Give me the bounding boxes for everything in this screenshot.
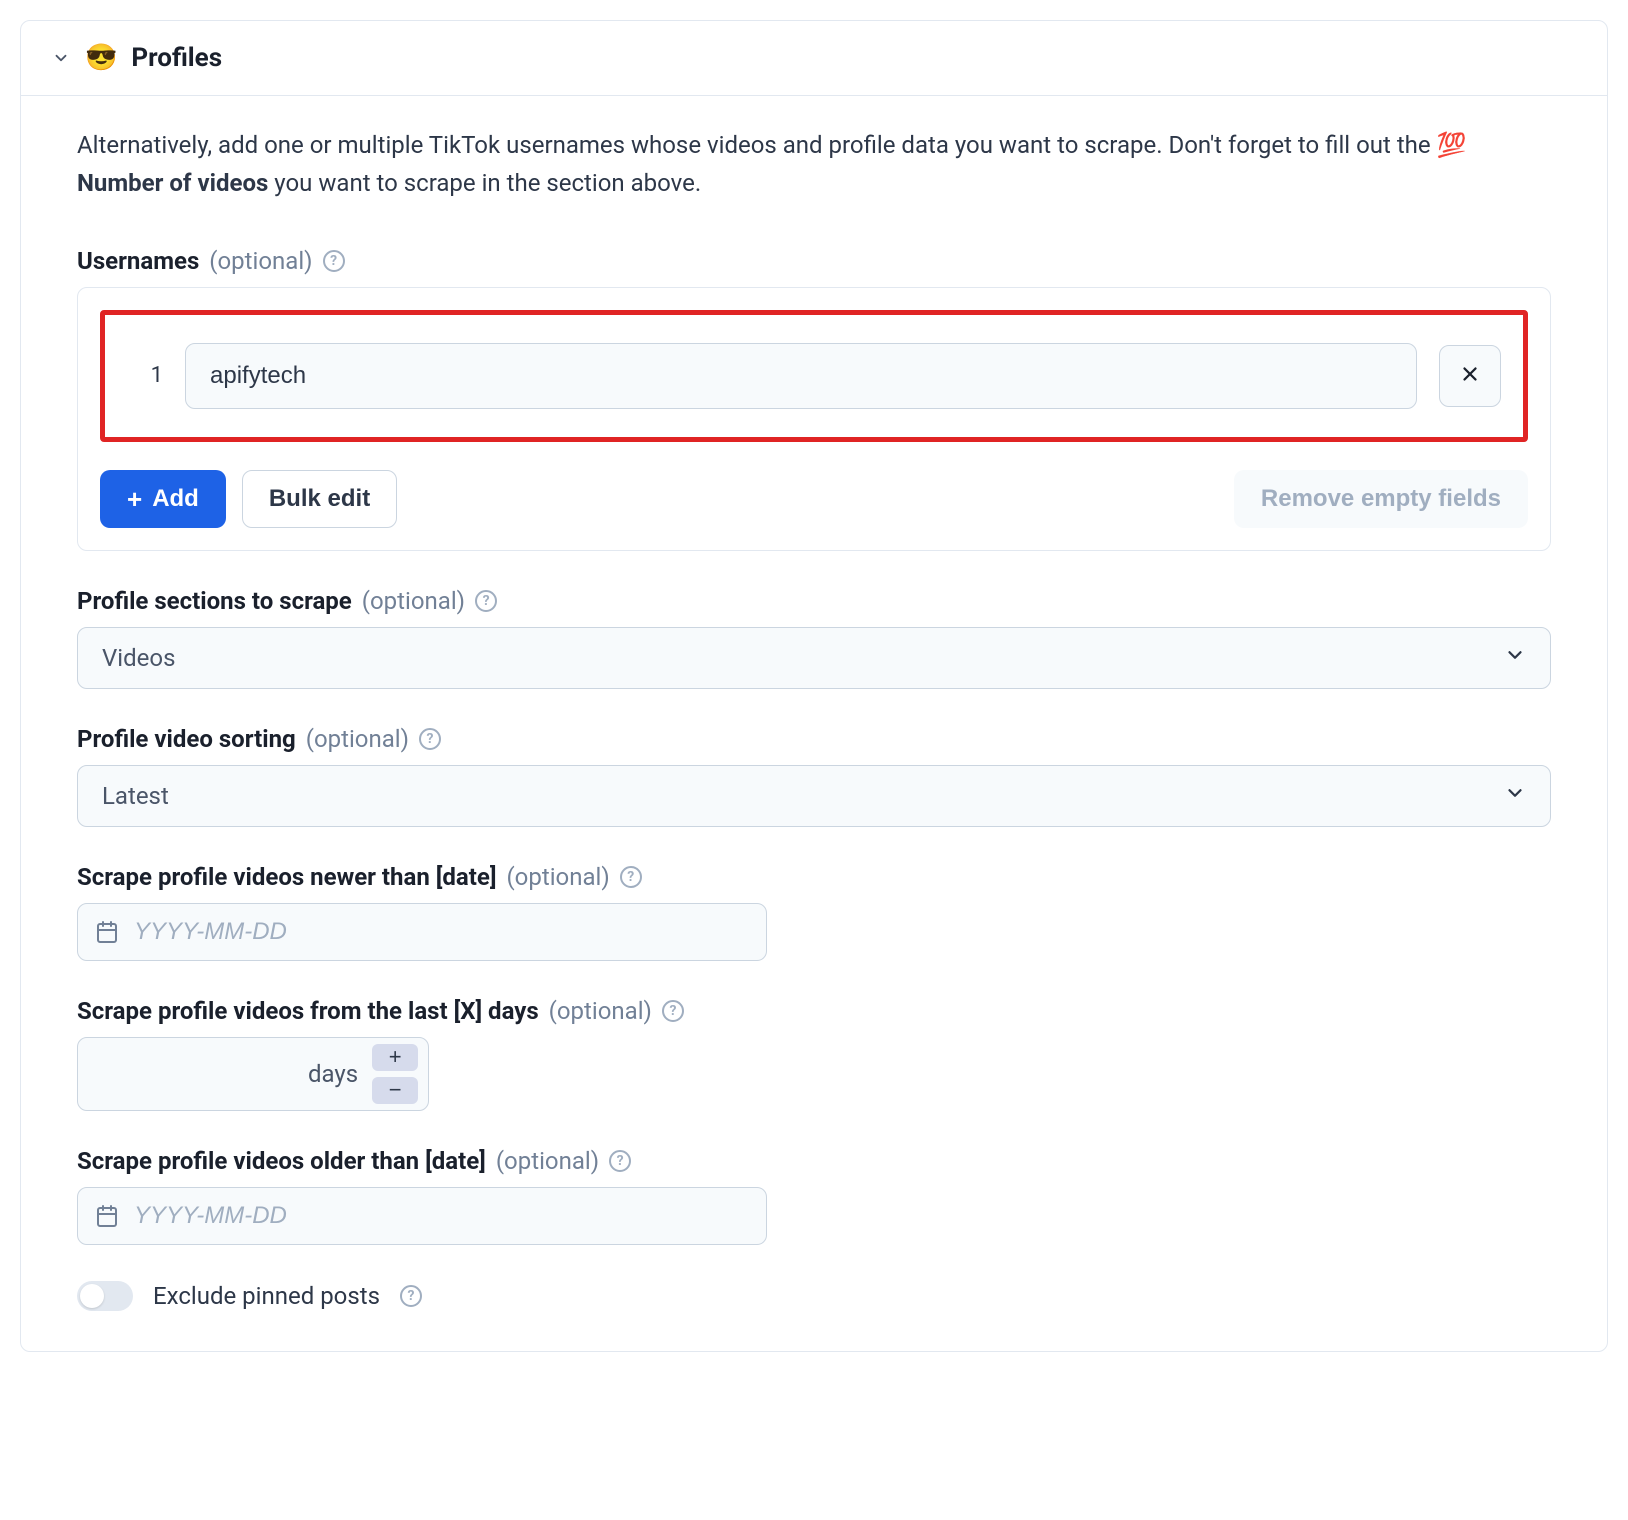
profile-sections-value: Videos (102, 644, 175, 672)
stepper-group: + − (372, 1038, 428, 1110)
remove-row-button[interactable] (1439, 345, 1501, 407)
help-icon[interactable]: ? (475, 590, 497, 612)
help-icon[interactable]: ? (400, 1285, 422, 1307)
row-index: 1 (127, 363, 163, 388)
panel-body: Alternatively, add one or multiple TikTo… (21, 96, 1607, 1351)
toggle-knob (80, 1284, 104, 1308)
section-description: Alternatively, add one or multiple TikTo… (77, 126, 1551, 203)
profile-sections-field: Profile sections to scrape (optional) ? … (77, 587, 1551, 689)
add-button-label: Add (152, 485, 199, 513)
desc-text-post: you want to scrape in the section above. (274, 169, 701, 197)
profile-sorting-label: Profile video sorting (optional) ? (77, 725, 1551, 753)
help-icon[interactable]: ? (419, 728, 441, 750)
profiles-header[interactable]: 😎 Profiles (21, 21, 1607, 96)
profile-sorting-select[interactable]: Latest (77, 765, 1551, 827)
help-icon[interactable]: ? (609, 1150, 631, 1172)
exclude-pinned-label: Exclude pinned posts (153, 1282, 380, 1310)
profile-sorting-optional: (optional) (306, 725, 409, 753)
desc-text-pre: Alternatively, add one or multiple TikTo… (77, 131, 1437, 159)
older-than-label-text: Scrape profile videos older than [date] (77, 1147, 486, 1175)
username-row: 1 (127, 343, 1501, 409)
plus-icon: + (127, 486, 142, 512)
newer-than-input[interactable] (77, 903, 767, 961)
username-input[interactable] (185, 343, 1417, 409)
panel-title: 😎 Profiles (85, 43, 222, 73)
bulk-edit-label: Bulk edit (269, 485, 370, 513)
last-days-field: Scrape profile videos from the last [X] … (77, 997, 1551, 1111)
add-button[interactable]: + Add (100, 470, 226, 528)
exclude-pinned-toggle[interactable] (77, 1281, 133, 1311)
hundred-emoji-icon: 💯 (1437, 131, 1467, 159)
older-than-field: Scrape profile videos older than [date] … (77, 1147, 1551, 1245)
step-down-button[interactable]: − (372, 1077, 418, 1104)
older-than-label: Scrape profile videos older than [date] … (77, 1147, 1551, 1175)
help-icon[interactable]: ? (620, 866, 642, 888)
last-days-label-text: Scrape profile videos from the last [X] … (77, 997, 539, 1025)
last-days-input-wrap: days + − (77, 1037, 429, 1111)
chevron-down-icon (1504, 782, 1526, 810)
newer-than-field: Scrape profile videos newer than [date] … (77, 863, 1551, 961)
plus-icon: + (389, 1044, 402, 1070)
profile-sorting-label-text: Profile video sorting (77, 725, 296, 753)
profiles-panel: 😎 Profiles Alternatively, add one or mul… (20, 20, 1608, 1352)
chevron-down-icon (1504, 644, 1526, 672)
panel-title-text: Profiles (131, 43, 222, 73)
last-days-optional: (optional) (549, 997, 652, 1025)
usernames-actions: + Add Bulk edit Remove empty fields (100, 470, 1528, 528)
last-days-unit: days (308, 1038, 372, 1110)
last-days-input[interactable] (78, 1038, 308, 1110)
close-icon (1459, 360, 1481, 392)
calendar-icon (95, 1204, 119, 1228)
profile-sections-select[interactable]: Videos (77, 627, 1551, 689)
profile-sorting-field: Profile video sorting (optional) ? Lates… (77, 725, 1551, 827)
desc-bold: Number of videos (77, 169, 268, 197)
sunglasses-emoji-icon: 😎 (85, 43, 117, 73)
usernames-label: Usernames (optional) ? (77, 247, 1551, 275)
profile-sections-label: Profile sections to scrape (optional) ? (77, 587, 1551, 615)
older-than-input[interactable] (77, 1187, 767, 1245)
newer-than-input-wrap (77, 903, 767, 961)
usernames-label-text: Usernames (77, 247, 199, 275)
help-icon[interactable]: ? (662, 1000, 684, 1022)
step-up-button[interactable]: + (372, 1044, 418, 1071)
help-icon[interactable]: ? (323, 250, 345, 272)
exclude-pinned-row: Exclude pinned posts ? (77, 1281, 1551, 1311)
usernames-optional: (optional) (209, 247, 312, 275)
bulk-edit-button[interactable]: Bulk edit (242, 470, 397, 528)
usernames-box: 1 + Add Bulk ed (77, 287, 1551, 551)
profile-sorting-value: Latest (102, 782, 169, 810)
older-than-input-wrap (77, 1187, 767, 1245)
minus-icon: − (389, 1077, 402, 1103)
newer-than-label-text: Scrape profile videos newer than [date] (77, 863, 496, 891)
chevron-down-icon (51, 48, 71, 68)
remove-empty-label: Remove empty fields (1261, 485, 1501, 513)
last-days-label: Scrape profile videos from the last [X] … (77, 997, 1551, 1025)
usernames-field: Usernames (optional) ? 1 (77, 247, 1551, 551)
older-than-optional: (optional) (496, 1147, 599, 1175)
newer-than-optional: (optional) (506, 863, 609, 891)
profile-sections-optional: (optional) (362, 587, 465, 615)
calendar-icon (95, 920, 119, 944)
highlighted-row-frame: 1 (100, 310, 1528, 442)
remove-empty-button: Remove empty fields (1234, 470, 1528, 528)
profile-sections-label-text: Profile sections to scrape (77, 587, 352, 615)
newer-than-label: Scrape profile videos newer than [date] … (77, 863, 1551, 891)
